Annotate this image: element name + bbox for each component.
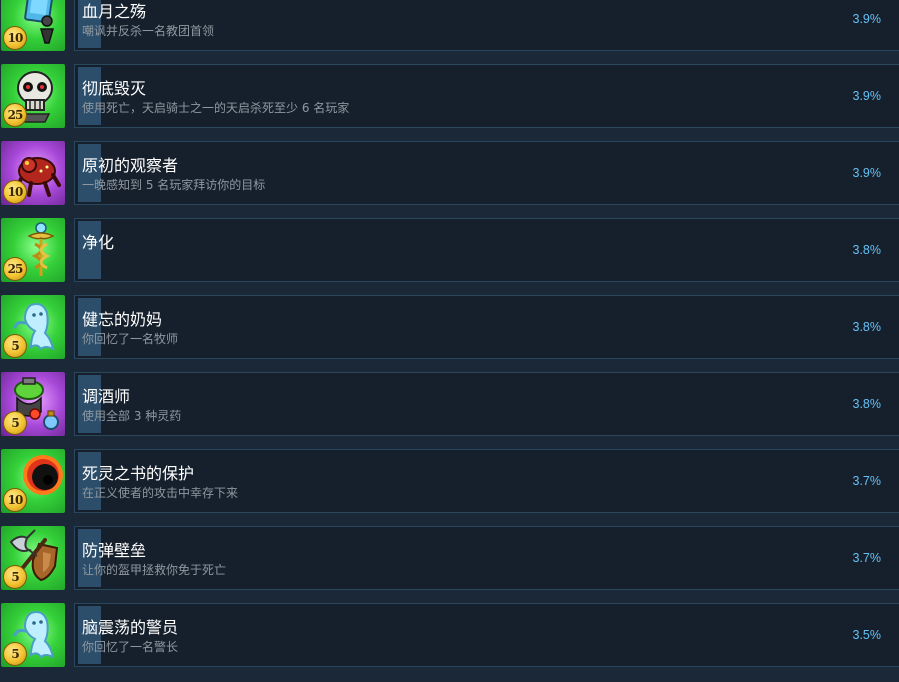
achievement-row[interactable]: 5 调酒师 使用全部 3 种灵药 3.8% [0,372,899,436]
achievement-description: 使用死亡，天启骑士之一的天启杀死至少 6 名玩家 [82,101,350,115]
achievement-title: 血月之殇 [82,2,147,21]
achievement-title: 健忘的奶妈 [82,310,163,329]
achievement-title: 原初的观察者 [82,156,179,175]
achievement-row[interactable]: 25 净化 3.8% [0,218,899,282]
achievement-card: 彻底毁灭 使用死亡，天启骑士之一的天启杀死至少 6 名玩家 3.9% [74,64,899,128]
achievement-title: 调酒师 [82,387,131,406]
achievement-card: 防弹壁垒 让你的盔甲拯救你免于死亡 3.7% [74,526,899,590]
unlock-percent: 3.8% [852,397,882,411]
achievement-icon: 10 [1,141,65,205]
achievement-row[interactable]: 5 健忘的奶妈 你回忆了一名牧师 3.8% [0,295,899,359]
achievement-card: 调酒师 使用全部 3 种灵药 3.8% [74,372,899,436]
achievement-icon: 5 [1,372,65,436]
points-badge: 10 [3,488,27,512]
points-badge: 5 [3,565,27,589]
achievement-icon: 10 [1,0,65,51]
achievement-title: 死灵之书的保护 [82,464,195,483]
unlock-percent: 3.7% [852,551,882,565]
points-badge: 10 [3,180,27,204]
points-badge: 25 [3,257,27,281]
achievement-description: 一晚感知到 5 名玩家拜访你的目标 [82,178,266,192]
unlock-percent: 3.5% [852,628,882,642]
achievement-card: 健忘的奶妈 你回忆了一名牧师 3.8% [74,295,899,359]
achievement-row[interactable]: 5 脑震荡的警员 你回忆了一名警长 3.5% [0,603,899,667]
points-badge: 10 [3,26,27,50]
achievement-description: 使用全部 3 种灵药 [82,409,182,423]
unlock-percent: 3.7% [852,474,882,488]
points-badge: 25 [3,103,27,127]
unlock-percent: 3.9% [852,89,882,103]
achievement-row[interactable]: 10 原初的观察者 一晚感知到 5 名玩家拜访你的目标 3.9% [0,141,899,205]
points-badge: 5 [3,642,27,666]
points-badge: 5 [3,334,27,358]
unlock-percent: 3.9% [852,12,882,26]
achievement-row[interactable]: 25 彻底毁灭 使用死亡，天启骑士之一的天启杀死至少 6 名玩家 3.9% [0,64,899,128]
achievement-description: 让你的盔甲拯救你免于死亡 [82,563,227,577]
achievement-description: 你回忆了一名警长 [82,640,179,654]
achievement-description: 嘲讽并反杀一名教团首领 [82,24,215,38]
achievement-card: 血月之殇 嘲讽并反杀一名教团首领 3.9% [74,0,899,51]
achievement-icon: 5 [1,295,65,359]
achievement-row[interactable]: 10 血月之殇 嘲讽并反杀一名教团首领 3.9% [0,0,899,51]
achievement-row[interactable]: 10 死灵之书的保护 在正义使者的攻击中幸存下来 3.7% [0,449,899,513]
points-badge: 5 [3,411,27,435]
achievement-icon: 25 [1,218,65,282]
achievement-card: 死灵之书的保护 在正义使者的攻击中幸存下来 3.7% [74,449,899,513]
achievement-title: 彻底毁灭 [82,79,147,98]
achievement-description: 在正义使者的攻击中幸存下来 [82,486,239,500]
achievement-description: 你回忆了一名牧师 [82,332,179,346]
unlock-percent: 3.8% [852,320,882,334]
achievement-card: 净化 3.8% [74,218,899,282]
achievement-icon: 25 [1,64,65,128]
unlock-percent: 3.8% [852,243,882,257]
achievement-card: 原初的观察者 一晚感知到 5 名玩家拜访你的目标 3.9% [74,141,899,205]
achievement-title: 脑震荡的警员 [82,618,179,637]
achievement-card: 脑震荡的警员 你回忆了一名警长 3.5% [74,603,899,667]
achievement-list: 10 血月之殇 嘲讽并反杀一名教团首领 3.9% 25 彻底毁灭 使用死亡，天启… [0,0,899,669]
achievement-title: 净化 [82,233,115,252]
unlock-percent: 3.9% [852,166,882,180]
achievement-icon: 10 [1,449,65,513]
achievement-title: 防弹壁垒 [82,541,147,560]
achievement-icon: 5 [1,603,65,667]
achievement-row[interactable]: 5 防弹壁垒 让你的盔甲拯救你免于死亡 3.7% [0,526,899,590]
achievement-icon: 5 [1,526,65,590]
